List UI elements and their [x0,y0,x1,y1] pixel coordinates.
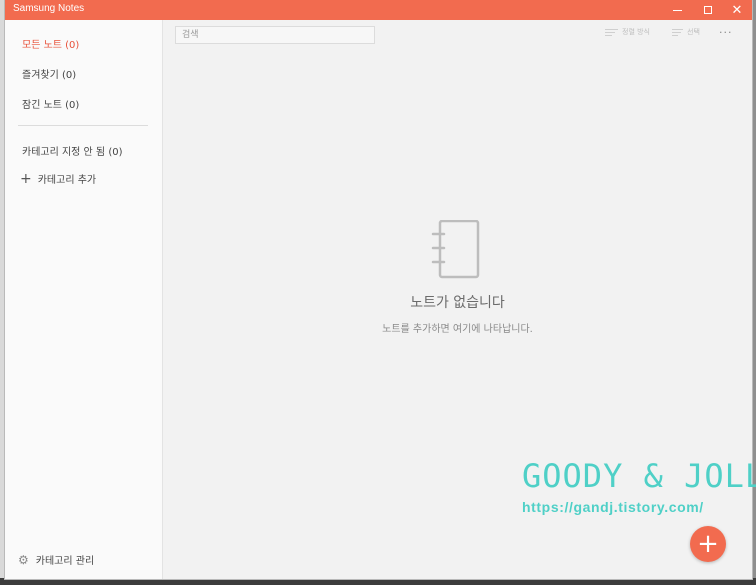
close-button[interactable]: ✕ [722,0,752,20]
add-category-label: 카테고리 추가 [37,175,97,186]
maximize-icon [704,6,712,14]
empty-state-subtitle: 노트를 추가하면 여기에 나타납니다. [382,324,533,335]
sort-button[interactable]: 정렬 방식 [605,27,650,37]
manage-categories-button[interactable]: ⚙ 카테고리 관리 [18,552,95,568]
select-button[interactable]: 선택 [672,27,700,37]
sidebar-item-all-notes[interactable]: 모든 노트 (0) [22,36,79,51]
add-note-button[interactable]: + [690,526,726,562]
add-category-button[interactable]: + 카테고리 추가 [20,170,97,187]
app-window: Samsung Notes ✕ 모든 노트 (0) 즐겨찾기 (0) 잠긴 노트… [5,0,756,579]
taskbar-edge [0,578,756,585]
more-options-button[interactable]: ··· [719,26,733,39]
watermark-title: GOODY & JOLLY [522,457,756,495]
sidebar-item-uncategorized[interactable]: 카테고리 지정 안 됨 (0) [22,143,122,158]
minimize-button[interactable] [662,0,692,20]
select-label: 선택 [687,28,700,36]
gear-icon: ⚙ [18,552,29,567]
minimize-icon [672,9,682,11]
close-icon: ✕ [731,2,743,18]
maximize-button[interactable] [693,0,723,20]
sidebar-item-favorites[interactable]: 즐겨찾기 (0) [22,66,76,81]
sort-label: 정렬 방식 [622,28,650,36]
empty-state-title: 노트가 없습니다 [410,295,505,311]
notebook-icon [431,219,483,284]
manage-categories-label: 카테고리 관리 [35,556,95,567]
main-content: 정렬 방식 선택 ··· 노트가 없습니다 노트를 추가하면 여기에 나타납니다… [163,20,756,579]
plus-icon: + [20,170,32,187]
title-bar[interactable]: Samsung Notes ✕ [5,0,752,20]
watermark-url: https://gandj.tistory.com/ [522,499,704,515]
sort-icon [605,28,618,36]
select-icon [672,28,683,36]
sidebar-item-locked-notes[interactable]: 잠긴 노트 (0) [22,96,79,111]
sidebar-divider [18,125,148,126]
search-input[interactable] [175,26,375,44]
app-title: Samsung Notes [13,3,85,14]
sidebar: 모든 노트 (0) 즐겨찾기 (0) 잠긴 노트 (0) 카테고리 지정 안 됨… [5,20,163,579]
